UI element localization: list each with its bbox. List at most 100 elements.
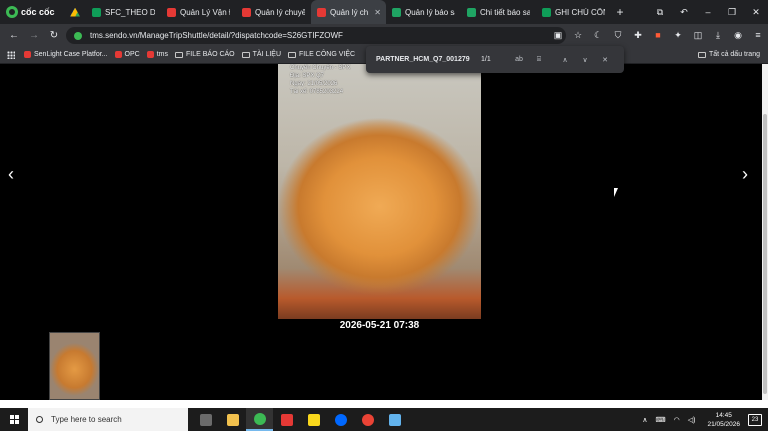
- find-input[interactable]: PARTNER_HCM_Q7_001279: [376, 56, 481, 63]
- bookmark-item[interactable]: FILE CÔNG VIỆC: [288, 51, 355, 58]
- next-image-button[interactable]: ›: [742, 164, 748, 185]
- extension-red-icon[interactable]: ■: [648, 30, 668, 40]
- forward-button[interactable]: →: [24, 30, 44, 41]
- bookmark-favicon-icon: [146, 51, 154, 58]
- browser-tab[interactable]: Chi tiết báo sai: [461, 0, 536, 24]
- download-icon[interactable]: ⤓: [708, 30, 728, 41]
- photo-stamp-line: Chuyển Chuyển - SPX: [290, 65, 351, 71]
- apps-grid-icon[interactable]: [7, 50, 15, 59]
- tab-favicon-icon: [167, 7, 176, 17]
- folder-icon: [698, 51, 707, 58]
- clock-date: 21/05/2026: [707, 420, 740, 428]
- bookmark-item[interactable]: FILE BÁO CÁO: [175, 51, 235, 58]
- tab-label: SFC_THEO DÕI: [105, 7, 155, 17]
- wifi-icon[interactable]: ◠: [674, 416, 680, 424]
- folder-icon: [175, 51, 183, 58]
- match-case-icon[interactable]: ab: [509, 56, 529, 63]
- sidebar-icon[interactable]: ◫: [688, 30, 708, 41]
- taskbar-app-sticky-notes[interactable]: [300, 408, 327, 431]
- tab-label: Quản Lý Vận Đơ: [180, 7, 230, 17]
- taskbar-app-coccoc[interactable]: [246, 408, 273, 431]
- bookmark-label: tms: [156, 51, 168, 58]
- puzzle-icon[interactable]: ✦: [668, 30, 688, 41]
- bookmark-item[interactable]: TÀI LIỆU: [241, 51, 281, 58]
- image-thumbnail[interactable]: [49, 332, 100, 400]
- bookmark-label: SenLight Case Platfor...: [34, 51, 108, 58]
- previous-match-icon[interactable]: ∧: [555, 56, 575, 64]
- taskbar-search[interactable]: Type here to search: [28, 408, 188, 431]
- back-history-icon[interactable]: ↶: [672, 7, 696, 18]
- package-bag-image: [278, 114, 481, 299]
- whole-word-icon[interactable]: ⌸: [529, 56, 549, 64]
- file-explorer-icon: [226, 413, 239, 426]
- browser-tab[interactable]: SFC_THEO DÕI: [86, 0, 161, 24]
- scrollbar-thumb[interactable]: [763, 114, 767, 394]
- tab-label: Quản lý chuyến: [255, 7, 305, 17]
- clock-time: 14:45: [715, 411, 732, 419]
- extensions-icon[interactable]: ✚: [628, 30, 648, 41]
- previous-image-button[interactable]: ‹: [8, 164, 14, 185]
- task-view-icon: [199, 413, 212, 426]
- browser-tab[interactable]: GHI CHÚ CÔNG: [536, 0, 611, 24]
- folder-icon: [241, 51, 250, 58]
- shield-icon[interactable]: ⛉: [608, 30, 628, 41]
- taskbar-app-zalo[interactable]: [327, 408, 354, 431]
- zalo-icon: [334, 413, 347, 426]
- find-match-count: 1/1: [481, 56, 491, 63]
- browser-brand[interactable]: cốc cốc: [0, 6, 64, 18]
- tab-favicon-icon: [242, 7, 251, 17]
- close-tab-icon[interactable]: ✕: [374, 8, 381, 17]
- back-button[interactable]: ←: [4, 30, 24, 41]
- bookmark-item[interactable]: OPC: [114, 51, 140, 58]
- photo-stamp-line: Tài xế: 0785203224: [290, 89, 344, 95]
- taskbar-app-wps[interactable]: [273, 408, 300, 431]
- bookmark-favicon-icon: [114, 51, 122, 58]
- clock[interactable]: 14:45 21/05/2026: [707, 411, 740, 429]
- taskbar-search-placeholder: Type here to search: [51, 415, 122, 424]
- tab-search-icon[interactable]: ⧉: [648, 7, 672, 18]
- bookmark-item[interactable]: tms: [146, 51, 168, 58]
- address-bar[interactable]: tms.sendo.vn/ManageTripShuttle/detail/?d…: [66, 27, 566, 44]
- photo-timestamp: 2026-05-21 07:38: [339, 320, 420, 331]
- tab-label: GHI CHÚ CÔNG: [555, 7, 605, 17]
- page-scrollbar[interactable]: [762, 64, 768, 400]
- language-icon[interactable]: ⌨: [656, 416, 666, 424]
- browser-tab[interactable]: Quản Lý Vận Đơ: [161, 0, 236, 24]
- all-bookmarks[interactable]: Tất cả dấu trang: [698, 51, 760, 58]
- coccoc-icon: [253, 412, 266, 425]
- menu-icon[interactable]: ≡: [748, 30, 768, 40]
- minimize-button[interactable]: –: [696, 7, 720, 17]
- reload-button[interactable]: ↻: [44, 30, 64, 41]
- profile-icon[interactable]: ◉: [728, 30, 748, 41]
- taskbar-app-task-view[interactable]: [192, 408, 219, 431]
- taskbar-app-file-explorer[interactable]: [219, 408, 246, 431]
- close-find-icon[interactable]: ✕: [595, 56, 615, 64]
- chevron-up-icon[interactable]: ∧: [642, 416, 647, 424]
- tab-favicon-icon: [92, 7, 101, 17]
- search-icon: [36, 416, 43, 423]
- start-button[interactable]: [0, 408, 28, 431]
- coccoc-logo-icon: [6, 6, 18, 18]
- browser-tab[interactable]: Quản lý ch ✕: [311, 0, 386, 24]
- dark-mode-icon[interactable]: ☾: [588, 30, 608, 41]
- taskbar-app-chrome[interactable]: [354, 408, 381, 431]
- google-drive-icon[interactable]: [70, 7, 80, 17]
- browser-tab[interactable]: Quản lý chuyến: [236, 0, 311, 24]
- translate-icon[interactable]: ▣: [548, 30, 568, 41]
- notification-center-icon[interactable]: 23: [748, 413, 762, 426]
- close-window-button[interactable]: ✕: [744, 7, 768, 18]
- volume-icon[interactable]: ◁): [688, 416, 696, 424]
- chrome-icon: [361, 413, 374, 426]
- bookmark-item[interactable]: SenLight Case Platfor...: [24, 51, 108, 58]
- browser-toolbar: ← → ↻ tms.sendo.vn/ManageTripShuttle/det…: [0, 24, 768, 46]
- bookmark-star-icon[interactable]: ☆: [568, 30, 588, 41]
- find-bar: PARTNER_HCM_Q7_001279 1/1 ab ⌸ ∧ ∨ ✕: [366, 46, 624, 73]
- site-info-icon[interactable]: [74, 31, 82, 40]
- tab-strip: cốc cốc SFC_THEO DÕI Quản Lý Vận Đơ Quản l…: [0, 0, 768, 24]
- taskbar-app-notepad[interactable]: [381, 408, 408, 431]
- new-tab-button[interactable]: +: [611, 5, 629, 19]
- restore-button[interactable]: ❐: [720, 7, 744, 18]
- next-match-icon[interactable]: ∨: [575, 56, 595, 64]
- folder-icon: [288, 51, 297, 58]
- browser-tab[interactable]: Quản lý báo sai: [386, 0, 461, 24]
